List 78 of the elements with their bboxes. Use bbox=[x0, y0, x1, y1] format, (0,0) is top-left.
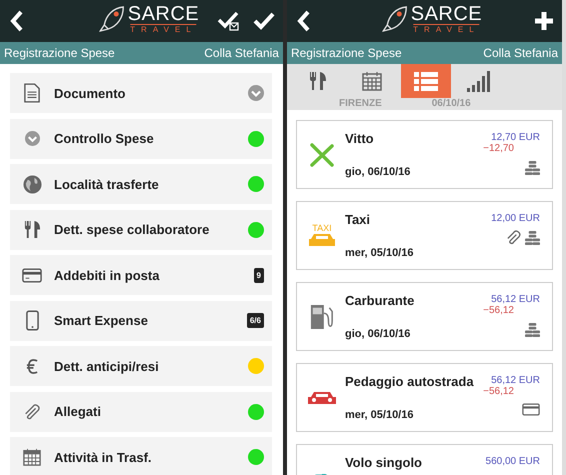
menu-label: Addebiti in posta bbox=[54, 268, 160, 282]
refund-amount: −56,12 bbox=[483, 305, 514, 316]
refund-amount: −12,70 bbox=[483, 143, 514, 154]
menu-item[interactable]: Controllo Spese bbox=[10, 118, 272, 158]
expense-amount: 56,12 EUR bbox=[491, 294, 540, 305]
expense-amount: 12,70 EUR bbox=[491, 132, 540, 143]
menu-label: Dett. anticipi/resi bbox=[54, 358, 160, 374]
tab[interactable] bbox=[400, 64, 451, 98]
euro-icon bbox=[26, 358, 38, 374]
credit-card-icon bbox=[22, 268, 42, 282]
expense-date: mer, 05/10/16 bbox=[344, 247, 414, 259]
caption-city: FIRENZE bbox=[338, 99, 382, 109]
expense-card[interactable]: Carburante gio, 06/10/16 56,12 EUR −56,12 bbox=[296, 282, 553, 351]
expense-title: Taxi bbox=[344, 212, 372, 227]
expense-card[interactable]: Volo singolo 560,00 EUR bbox=[296, 444, 553, 475]
back-icon[interactable] bbox=[10, 10, 24, 32]
coins-icon bbox=[525, 322, 540, 337]
caption-date: 06/10/16 bbox=[432, 99, 471, 109]
menu-label: Attività in Trasf. bbox=[54, 450, 153, 464]
menu-label: Documento bbox=[54, 86, 126, 100]
logo-subtitle: TRAVEL bbox=[130, 24, 197, 34]
expense-amount: 560,00 EUR bbox=[486, 456, 540, 467]
smartphone-icon bbox=[26, 310, 38, 331]
back-icon[interactable] bbox=[296, 10, 311, 32]
logo-subtitle: TRAVEL bbox=[413, 24, 480, 34]
signal-bars-icon bbox=[466, 70, 493, 92]
expense-title: Carburante bbox=[344, 293, 416, 308]
count-badge: 6/6 bbox=[246, 313, 264, 328]
chevron-down-icon[interactable] bbox=[248, 85, 264, 101]
menu-item[interactable]: Allegati bbox=[10, 392, 272, 432]
list-icon bbox=[414, 71, 438, 91]
calendar-icon bbox=[23, 448, 41, 466]
expense-title: Vitto bbox=[344, 131, 375, 146]
coins-icon bbox=[525, 230, 540, 245]
expense-amount: 56,12 EUR bbox=[491, 375, 540, 386]
chevron-down-icon bbox=[24, 131, 40, 146]
expense-title: Volo singolo bbox=[344, 455, 423, 470]
menu-item[interactable]: Attività in Trasf. bbox=[10, 437, 272, 475]
menu-item[interactable]: Addebiti in posta 9 bbox=[10, 255, 272, 295]
user-name: Colla Stefania bbox=[204, 46, 279, 60]
menu-item[interactable]: Località trasferte bbox=[10, 164, 272, 204]
menu-item[interactable]: Dett. spese collaboratore bbox=[10, 210, 272, 250]
expense-date: gio, 06/10/16 bbox=[344, 328, 412, 340]
fuel-pump-icon bbox=[310, 304, 334, 330]
page-title: Registrazione Spese bbox=[290, 46, 402, 60]
document-icon bbox=[24, 83, 40, 103]
menu-item[interactable]: Documento bbox=[10, 73, 272, 113]
expense-title: Pedaggio autostrada bbox=[344, 374, 475, 389]
expense-amount: 12,00 EUR bbox=[491, 213, 540, 224]
paperclip-icon bbox=[23, 402, 41, 420]
credit-card-icon bbox=[522, 403, 540, 416]
menu-label: Località trasferte bbox=[54, 176, 160, 192]
expense-date: gio, 06/10/16 bbox=[344, 166, 412, 178]
menu-item[interactable]: Smart Expense 6/6 bbox=[10, 300, 272, 340]
menu-label: Controllo Spese bbox=[54, 131, 155, 146]
check-icon[interactable] bbox=[252, 12, 275, 30]
menu-label: Smart Expense bbox=[54, 313, 149, 328]
car-icon bbox=[308, 390, 336, 406]
menu-label: Allegati bbox=[54, 404, 102, 419]
menu-label: Dett. spese collaboratore bbox=[54, 222, 210, 237]
user-name: Colla Stefania bbox=[483, 46, 558, 60]
logo-title: SARCE bbox=[128, 4, 200, 24]
rocket-logo-icon bbox=[100, 5, 126, 33]
menu-item[interactable]: Dett. anticipi/resi bbox=[10, 346, 272, 386]
page-title: Registrazione Spese bbox=[4, 46, 115, 60]
globe-icon bbox=[22, 174, 42, 194]
calendar-icon bbox=[362, 71, 382, 91]
plus-icon[interactable] bbox=[534, 11, 554, 31]
refund-amount: −56,12 bbox=[483, 386, 514, 397]
coins-icon bbox=[525, 160, 540, 175]
expense-date: mer, 05/10/16 bbox=[344, 409, 414, 421]
logo-title: SARCE bbox=[410, 4, 482, 24]
paperclip-icon bbox=[506, 230, 521, 245]
check-envelope-icon[interactable] bbox=[216, 11, 239, 31]
expense-card[interactable]: TAXI Taxi mer, 05/10/16 12,00 EUR bbox=[296, 201, 553, 270]
rocket-logo-icon bbox=[382, 5, 409, 33]
count-badge: 9 bbox=[254, 268, 264, 282]
expense-card[interactable]: Vitto gio, 06/10/16 12,70 EUR −12,70 bbox=[296, 120, 553, 189]
